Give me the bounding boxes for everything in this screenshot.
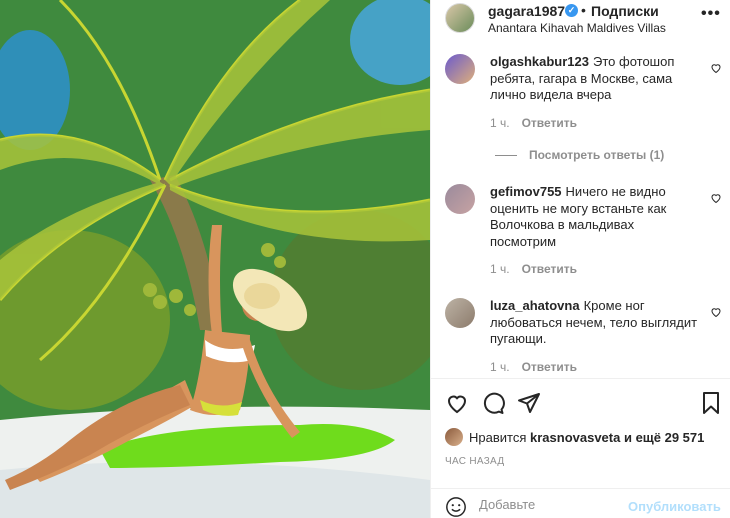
commenter-avatar[interactable] xyxy=(445,184,475,214)
comment-time: 1 ч. xyxy=(490,262,510,276)
comment-time: 1 ч. xyxy=(490,116,510,130)
comment-body: gefimov755 Ничего не видно оценить не мог… xyxy=(490,184,700,250)
commenter-username[interactable]: gefimov755 xyxy=(490,184,562,199)
following-button[interactable]: Подписки xyxy=(591,3,659,19)
reply-button[interactable]: Ответить xyxy=(522,116,577,130)
photo-illustration xyxy=(0,0,430,518)
view-replies-label: Посмотреть ответы (1) xyxy=(529,148,665,162)
comment-body: olgashkabur123 Это фотошоп ребята, гагара… xyxy=(490,54,700,104)
comment-meta: 1 ч. Ответить xyxy=(490,262,577,276)
reply-button[interactable]: Ответить xyxy=(522,262,577,276)
liker-avatar[interactable] xyxy=(445,428,463,446)
verified-badge-icon: ✓ xyxy=(565,4,578,17)
post-side-panel: gagara1987 ✓ • Подписки Anantara Kihavah… xyxy=(430,0,730,518)
likes-prefix: Нравится xyxy=(469,430,527,445)
post-location[interactable]: Anantara Kihavah Maldives Villas xyxy=(488,21,666,35)
comment-bubble-icon[interactable] xyxy=(481,391,505,415)
comment-meta: 1 ч. Ответить xyxy=(490,116,577,130)
publish-button[interactable]: Опубликовать xyxy=(628,499,721,514)
share-send-icon[interactable] xyxy=(517,391,541,415)
comment-input[interactable] xyxy=(479,497,619,512)
replies-divider-line xyxy=(495,155,517,157)
commenter-avatar[interactable] xyxy=(445,298,475,328)
liker-username[interactable]: krasnovasveta xyxy=(530,430,620,445)
author-username[interactable]: gagara1987 xyxy=(488,3,565,19)
likes-count[interactable]: и ещё 29 571 xyxy=(624,430,704,445)
likes-summary[interactable]: Нравится krasnovasveta и ещё 29 571 xyxy=(469,430,704,445)
comment-time: 1 ч. xyxy=(490,360,510,374)
comment-meta: 1 ч. Ответить xyxy=(490,360,577,374)
emoji-icon[interactable] xyxy=(445,496,467,518)
more-horizontal-icon[interactable]: ••• xyxy=(701,5,721,23)
view-replies-button[interactable]: Посмотреть ответы (1) xyxy=(495,148,664,162)
commenter-username[interactable]: luza_ahatovna xyxy=(490,298,580,313)
save-bookmark-icon[interactable] xyxy=(699,391,723,415)
post-photo[interactable] xyxy=(0,0,430,518)
post-actions-bar xyxy=(431,378,730,424)
like-comment-heart-icon[interactable] xyxy=(710,192,722,204)
comment-body: luza_ahatovna Кроме ног любоваться нечем,… xyxy=(490,298,700,348)
add-comment-bar: Опубликовать xyxy=(431,488,730,518)
like-heart-icon[interactable] xyxy=(445,391,469,415)
commenter-avatar[interactable] xyxy=(445,54,475,84)
like-comment-heart-icon[interactable] xyxy=(710,62,722,74)
reply-button[interactable]: Ответить xyxy=(522,360,577,374)
post-timestamp[interactable]: ЧАС НАЗАД xyxy=(445,456,504,467)
commenter-username[interactable]: olgashkabur123 xyxy=(490,54,589,69)
author-avatar[interactable] xyxy=(445,3,475,33)
post-header: gagara1987 ✓ • Подписки Anantara Kihavah… xyxy=(431,0,730,48)
comments-list: olgashkabur123 Это фотошоп ребята, гагара… xyxy=(431,48,730,378)
separator-dot: • xyxy=(581,2,586,18)
like-comment-heart-icon[interactable] xyxy=(710,306,722,318)
